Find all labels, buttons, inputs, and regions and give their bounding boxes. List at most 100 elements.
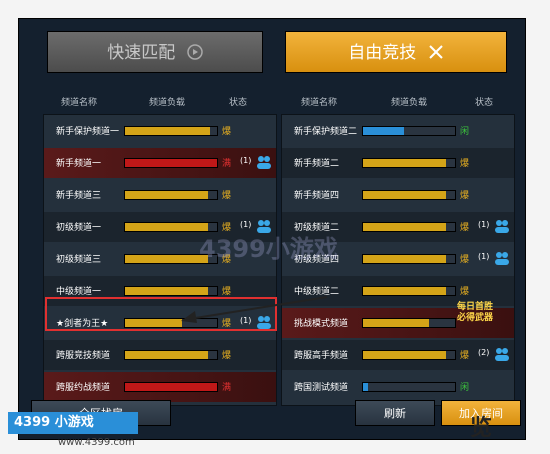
header-status-right: 状态 bbox=[475, 98, 494, 108]
load-bar bbox=[124, 126, 218, 136]
load-bar bbox=[124, 350, 218, 360]
load-bar bbox=[362, 382, 456, 392]
channel-name: 跨服约战频道 bbox=[56, 383, 111, 393]
load-bar-fill bbox=[125, 223, 208, 231]
load-bar-fill bbox=[363, 159, 446, 167]
friend-count: (1) bbox=[240, 156, 252, 165]
channel-status: 爆 bbox=[460, 223, 470, 233]
load-bar bbox=[124, 382, 218, 392]
channel-name: 初级频道三 bbox=[56, 255, 102, 265]
load-bar bbox=[124, 190, 218, 200]
friends-icon bbox=[494, 250, 510, 266]
crossed-swords-icon bbox=[428, 34, 444, 59]
watermark-corner: 览 bbox=[470, 416, 493, 441]
load-bar-fill bbox=[125, 351, 208, 359]
tab-quick-match[interactable]: 快速匹配 bbox=[47, 31, 263, 73]
header-load-left: 频道负载 bbox=[149, 98, 186, 108]
channel-row[interactable]: 跨服约战频道 满 bbox=[44, 372, 276, 402]
badge-line1: 每日首胜 bbox=[457, 302, 494, 312]
load-bar bbox=[362, 286, 456, 296]
channel-row[interactable]: 新手保护频道一 爆 bbox=[44, 116, 276, 146]
channel-name: 新手频道二 bbox=[294, 159, 340, 169]
watermark-text: 4399小游戏 bbox=[199, 235, 338, 263]
load-bar bbox=[362, 222, 456, 232]
friend-count: (1) bbox=[240, 220, 252, 229]
load-bar bbox=[362, 190, 456, 200]
channel-status: 满 bbox=[222, 383, 232, 393]
channel-status: 爆 bbox=[460, 191, 470, 201]
channel-row[interactable]: 新手频道二 爆 bbox=[282, 148, 514, 178]
channel-status: 爆 bbox=[460, 159, 470, 169]
pointer-arrow bbox=[181, 296, 328, 323]
friends-icon bbox=[256, 154, 272, 170]
load-bar-fill bbox=[125, 159, 217, 167]
load-bar bbox=[362, 254, 456, 264]
channel-row[interactable]: 新手保护频道二 闲 bbox=[282, 116, 514, 146]
load-bar-fill bbox=[363, 191, 446, 199]
mode-tabs: 快速匹配 自由竞技 bbox=[41, 31, 507, 79]
channel-status: 爆 bbox=[460, 255, 470, 265]
channel-status: 闲 bbox=[460, 383, 470, 393]
load-bar bbox=[362, 318, 456, 328]
play-icon bbox=[186, 34, 203, 60]
load-bar-fill bbox=[363, 255, 446, 263]
load-bar bbox=[124, 158, 218, 168]
friend-count: (1) bbox=[478, 220, 490, 229]
friends-icon bbox=[494, 346, 510, 362]
channel-status: 爆 bbox=[222, 191, 232, 201]
load-bar-fill bbox=[363, 383, 368, 391]
channel-row[interactable]: 跨服竞技频道 爆 bbox=[44, 340, 276, 370]
load-bar bbox=[362, 350, 456, 360]
load-bar bbox=[362, 126, 456, 136]
load-bar-fill bbox=[125, 383, 217, 391]
channel-name: 新手频道三 bbox=[56, 191, 102, 201]
tab-free-fight[interactable]: 自由竞技 bbox=[285, 31, 507, 73]
channel-name: 初级频道一 bbox=[56, 223, 102, 233]
channel-row[interactable]: 新手频道一 满 (1) bbox=[44, 148, 276, 178]
watermark-logo: 4399 小游戏 bbox=[8, 412, 138, 434]
channel-name: 中级频道一 bbox=[56, 287, 102, 297]
header-name-right: 频道名称 bbox=[301, 98, 338, 108]
channel-row[interactable]: 跨服高手频道 爆 (2) bbox=[282, 340, 514, 370]
tab-quick-match-label: 快速匹配 bbox=[107, 43, 176, 63]
channel-status: 爆 bbox=[222, 351, 232, 361]
column-headers: 频道名称 频道负载 状态 频道名称 频道负载 状态 bbox=[19, 91, 525, 111]
channel-status: 爆 bbox=[460, 287, 470, 297]
channel-name: 新手频道一 bbox=[56, 159, 102, 169]
channel-row[interactable]: 跨国测试频道 闲 bbox=[282, 372, 514, 402]
channel-row[interactable]: 新手频道四 爆 bbox=[282, 180, 514, 210]
channel-name: 跨国测试频道 bbox=[294, 383, 349, 393]
channel-row[interactable]: 新手频道三 爆 bbox=[44, 180, 276, 210]
header-name-left: 频道名称 bbox=[61, 98, 98, 108]
friend-count: (2) bbox=[478, 348, 490, 357]
channel-name: 新手保护频道一 bbox=[56, 127, 120, 137]
load-bar-fill bbox=[125, 287, 208, 295]
load-bar-fill bbox=[363, 351, 446, 359]
channel-name: 新手保护频道二 bbox=[294, 127, 358, 137]
load-bar-fill bbox=[125, 255, 208, 263]
channel-window: 快速匹配 自由竞技 频道名称 频道负载 状态 频道名称 频道负载 状态 新手保护… bbox=[18, 18, 526, 440]
tab-free-fight-label: 自由竞技 bbox=[348, 43, 417, 63]
daily-reward-badge: 每日首胜 必得武器 bbox=[457, 302, 493, 324]
friend-count: (1) bbox=[478, 252, 490, 261]
channel-status: 满 bbox=[222, 159, 232, 169]
channel-name: 新手频道四 bbox=[294, 191, 340, 201]
load-bar-fill bbox=[125, 127, 210, 135]
channel-status: 爆 bbox=[460, 351, 470, 361]
channel-name: 跨服竞技频道 bbox=[56, 351, 111, 361]
load-bar-fill bbox=[125, 191, 208, 199]
load-bar-fill bbox=[363, 127, 405, 135]
load-bar bbox=[362, 158, 456, 168]
channel-name: 跨服高手频道 bbox=[294, 351, 349, 361]
badge-line2: 必得武器 bbox=[457, 313, 494, 323]
header-status-left: 状态 bbox=[229, 98, 248, 108]
channel-status: 闲 bbox=[460, 127, 470, 137]
friends-icon bbox=[494, 218, 510, 234]
watermark-site: www.4399.com bbox=[58, 437, 135, 448]
refresh-button[interactable]: 刷新 bbox=[355, 400, 435, 426]
channel-status: 爆 bbox=[222, 127, 232, 137]
load-bar-fill bbox=[363, 287, 446, 295]
load-bar-fill bbox=[363, 223, 446, 231]
header-load-right: 频道负载 bbox=[391, 98, 428, 108]
load-bar-fill bbox=[363, 319, 430, 327]
